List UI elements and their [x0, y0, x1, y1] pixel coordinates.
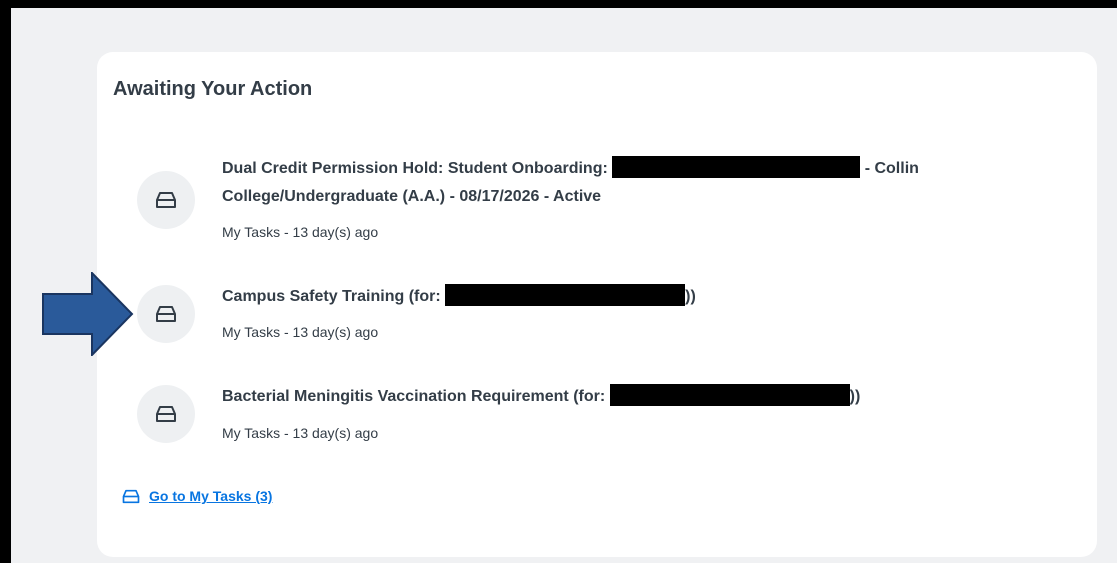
task-title-meningitis[interactable]: Bacterial Meningitis Vaccination Require… — [222, 383, 1022, 411]
inbox-tray-icon — [156, 192, 176, 208]
inbox-tray-icon — [156, 306, 176, 322]
go-to-my-tasks-link[interactable]: Go to My Tasks (3) — [122, 488, 272, 504]
task-icon-container[interactable] — [137, 285, 195, 343]
right-arrow-icon — [42, 272, 134, 356]
task-icon-container[interactable] — [137, 385, 195, 443]
task-meta: My Tasks - 13 day(s) ago — [222, 224, 379, 240]
task-title-text: )) — [849, 388, 861, 405]
task-title-text: Dual Credit Permission Hold: Student Onb… — [222, 160, 608, 177]
task-icon-container[interactable] — [137, 171, 195, 229]
task-title-text: )) — [685, 288, 696, 305]
task-title-dual-credit[interactable]: Dual Credit Permission Hold: Student Onb… — [222, 155, 1022, 211]
card-title: Awaiting Your Action — [113, 78, 313, 100]
task-title-campus-safety[interactable]: Campus Safety Training (for: )) — [222, 283, 1022, 311]
redacted-block — [612, 156, 861, 178]
task-title-text: - Collin — [864, 160, 919, 177]
task-meta: My Tasks - 13 day(s) ago — [222, 324, 379, 340]
redacted-block — [445, 284, 686, 306]
task-title-text: Campus Safety Training (for: — [222, 288, 441, 305]
task-title-text: College/Undergraduate (A.A.) - 08/17/202… — [222, 188, 602, 205]
inbox-tray-icon — [122, 489, 140, 503]
task-title-text: Bacterial Meningitis Vaccination Require… — [222, 388, 606, 405]
redacted-block — [609, 384, 850, 406]
inbox-tray-icon — [156, 406, 176, 422]
task-meta: My Tasks - 13 day(s) ago — [222, 425, 379, 441]
go-to-my-tasks-label: Go to My Tasks (3) — [149, 488, 273, 504]
